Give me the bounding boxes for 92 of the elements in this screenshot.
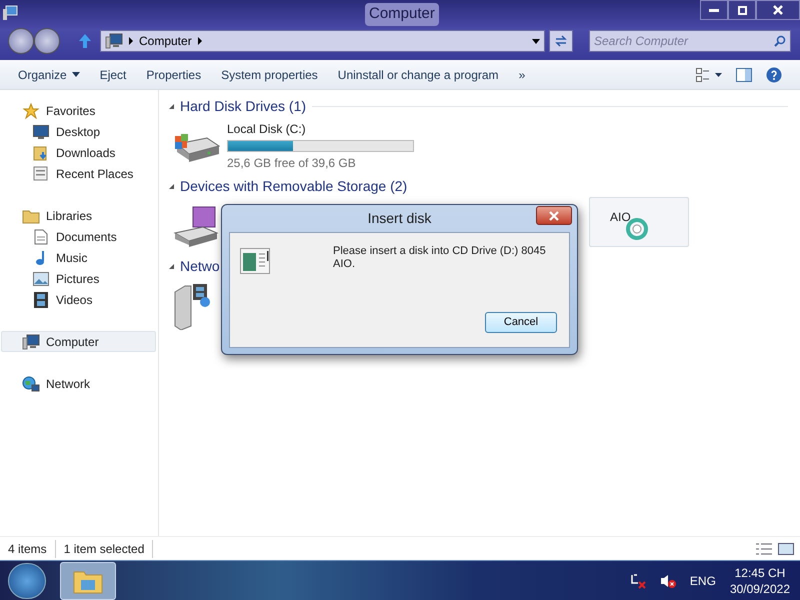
close-button[interactable] [536, 206, 572, 225]
breadcrumb[interactable]: Computer [139, 32, 192, 50]
view-options-icon[interactable] [696, 68, 722, 82]
group-heading[interactable]: Devices with Removable Storage (2) [180, 176, 408, 196]
details-view-icon[interactable] [756, 542, 772, 554]
dialog-button[interactable]: Cancel [485, 312, 557, 333]
sidebar-item-label: Network [46, 376, 90, 392]
toolbar-button[interactable]: » [508, 62, 536, 86]
sidebar-item-label: Recent Places [56, 166, 134, 182]
status-text: 4 items [0, 540, 56, 558]
clock-time: 12:45 CH [734, 564, 786, 580]
collapse-triangle-icon[interactable] [169, 104, 174, 108]
toolbar-button[interactable]: Properties [136, 62, 212, 86]
device-name: AIO [610, 209, 632, 226]
network-disconnected-icon[interactable] [630, 572, 646, 588]
sidebar-item[interactable]: Desktop [1, 121, 156, 142]
folder-icon [22, 208, 40, 224]
input-language[interactable]: ENG [690, 572, 716, 590]
search-field[interactable]: Search Computer [589, 30, 791, 52]
computer-icon[interactable] [2, 5, 18, 21]
device-tile[interactable]: Local Disk (C:) 25,6 GB free of 39,6 GB [173, 121, 418, 171]
breadcrumb-arrow-icon[interactable] [198, 37, 202, 45]
refresh-icon [554, 35, 568, 47]
sidebar-item-label: Libraries [46, 208, 92, 224]
start-button[interactable] [8, 562, 46, 598]
refresh-button[interactable] [549, 30, 573, 52]
help-icon[interactable] [766, 66, 782, 82]
status-text: 1 item selected [56, 540, 154, 558]
back-button[interactable] [8, 28, 34, 54]
group-heading[interactable]: Hard Disk Drives (1) [180, 96, 306, 116]
dialog-title: Insert disk [368, 209, 432, 228]
device-tile[interactable]: AIO [589, 197, 689, 247]
clock[interactable]: 12:45 CH 30/09/2022 [730, 564, 790, 596]
close-button[interactable] [756, 0, 800, 20]
dropdown-caret-icon[interactable] [532, 38, 540, 44]
device-name: Local Disk (C:) [227, 121, 307, 138]
restore-button[interactable] [728, 0, 756, 20]
media-server-icon [173, 282, 213, 330]
sidebar-item-label: Videos [56, 292, 92, 308]
sidebar-item[interactable]: Libraries [1, 205, 156, 226]
minimize-button[interactable] [700, 0, 728, 20]
search-input[interactable]: Search Computer [594, 32, 774, 50]
sidebar-item[interactable]: Videos [1, 289, 156, 310]
up-arrow-icon[interactable] [78, 33, 92, 49]
computer-icon [22, 334, 40, 350]
star-icon [23, 102, 39, 118]
preview-pane-icon[interactable] [736, 68, 752, 82]
sidebar-item[interactable]: Music [1, 247, 156, 268]
sidebar-item[interactable]: Computer [1, 331, 156, 352]
window-title: Computer [365, 3, 439, 26]
document-icon [34, 228, 48, 244]
network-globe-icon [22, 376, 40, 392]
address-bar[interactable]: Computer [100, 30, 545, 52]
sidebar-item[interactable]: Network [1, 373, 156, 394]
sidebar-item-label: Favorites [46, 102, 96, 120]
floppy-drive-icon [173, 205, 219, 247]
sidebar-item-label: Pictures [56, 270, 100, 288]
window-icon [240, 248, 270, 274]
toolbar-button[interactable]: System properties [211, 62, 328, 86]
computer-icon [105, 33, 123, 49]
monitor-icon [33, 124, 49, 138]
search-icon [774, 35, 786, 47]
sidebar-item[interactable]: Pictures [1, 268, 156, 289]
close-icon [549, 210, 559, 220]
sidebar-item[interactable]: Recent Places [1, 163, 156, 184]
speaker-muted-icon[interactable] [660, 572, 676, 588]
toolbar-button[interactable]: Uninstall or change a program [328, 62, 509, 86]
toolbar-button[interactable]: Eject [90, 62, 136, 86]
dialog-message: Please insert a disk into CD Drive (D:) 8045 AIO. [333, 245, 547, 271]
forward-button[interactable] [34, 28, 60, 54]
recent-places-icon [33, 166, 49, 182]
sidebar-item-label: Music [56, 250, 88, 266]
free-space-text: 25,6 GB free of 39,6 GB [227, 155, 357, 172]
clock-date: 30/09/2022 [730, 580, 790, 596]
dropdown-caret-icon [72, 72, 80, 77]
folder-download-icon [33, 144, 49, 160]
sidebar-item-label: Downloads [56, 144, 116, 162]
sidebar-item-label: Documents [56, 228, 117, 246]
breadcrumb-arrow-icon[interactable] [129, 37, 133, 45]
collapse-triangle-icon[interactable] [169, 264, 174, 268]
picture-icon [33, 272, 49, 286]
sidebar-item-label: Computer [46, 334, 99, 350]
close-icon [772, 4, 784, 16]
film-icon [34, 292, 48, 308]
sidebar-item-label: Desktop [56, 124, 100, 140]
collapse-triangle-icon[interactable] [169, 184, 174, 188]
large-icons-view-icon[interactable] [778, 542, 794, 554]
sidebar-item[interactable]: Documents [1, 226, 156, 247]
sidebar-item[interactable]: Favorites [1, 100, 156, 121]
sidebar-item[interactable]: Downloads [1, 142, 156, 163]
group-heading[interactable]: Netwo [180, 256, 220, 276]
toolbar-button[interactable]: Organize [8, 62, 90, 86]
